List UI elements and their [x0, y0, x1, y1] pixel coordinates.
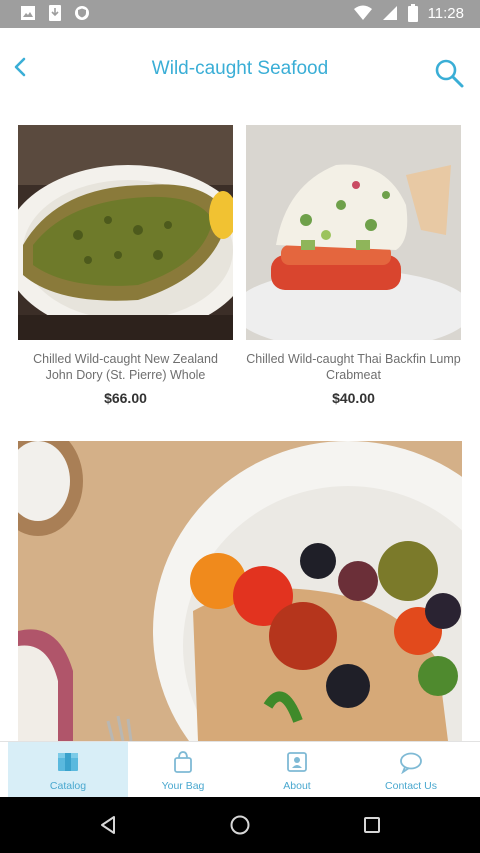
search-button[interactable] — [432, 56, 466, 90]
nav-about[interactable]: About — [237, 742, 357, 798]
page-title: Wild-caught Seafood — [151, 58, 329, 79]
product-price: $40.00 — [332, 390, 375, 406]
square-recents-icon — [364, 817, 380, 833]
status-bar: 11:28 — [0, 0, 480, 28]
product-image[interactable] — [246, 125, 461, 340]
system-recents-button[interactable] — [360, 813, 384, 837]
product-price: $66.00 — [104, 390, 147, 406]
battery-icon — [407, 4, 418, 22]
product-card[interactable]: Chilled Wild-caught Thai Backfin Lump Cr… — [246, 125, 461, 415]
app-header: Wild-caught Seafood — [0, 28, 480, 110]
product-card[interactable]: Chilled Wild-caught New Zealand John Dor… — [18, 125, 233, 415]
nav-contact-us[interactable]: Contact Us — [351, 742, 471, 798]
shield-icon — [74, 5, 90, 21]
about-icon — [287, 752, 307, 772]
nav-label: Contact Us — [385, 780, 437, 792]
system-back-button[interactable] — [96, 813, 120, 837]
image-icon — [20, 5, 36, 21]
circle-home-icon — [230, 815, 250, 835]
nav-catalog[interactable]: Catalog — [8, 742, 128, 798]
system-nav-bar — [0, 797, 480, 853]
bag-icon — [174, 751, 192, 773]
catalog-icon — [58, 753, 78, 771]
bottom-nav: Catalog Your Bag About Contact Us — [0, 741, 480, 798]
product-name: Chilled Wild-caught New Zealand John Dor… — [33, 352, 218, 382]
triangle-back-icon — [101, 816, 115, 834]
product-image[interactable] — [18, 125, 233, 340]
search-icon — [435, 59, 464, 88]
system-home-button[interactable] — [228, 813, 252, 837]
nav-label: About — [283, 780, 311, 792]
nav-label: Your Bag — [161, 780, 205, 792]
signal-icon — [382, 5, 398, 21]
wifi-icon — [353, 5, 372, 21]
nav-label: Catalog — [49, 780, 87, 792]
nav-your-bag[interactable]: Your Bag — [123, 742, 243, 798]
clock: 11:28 — [427, 4, 464, 22]
chat-icon — [400, 752, 422, 774]
product-name: Chilled Wild-caught Thai Backfin Lump Cr… — [246, 352, 461, 382]
download-icon — [48, 4, 62, 22]
product-image-large[interactable] — [18, 441, 462, 741]
